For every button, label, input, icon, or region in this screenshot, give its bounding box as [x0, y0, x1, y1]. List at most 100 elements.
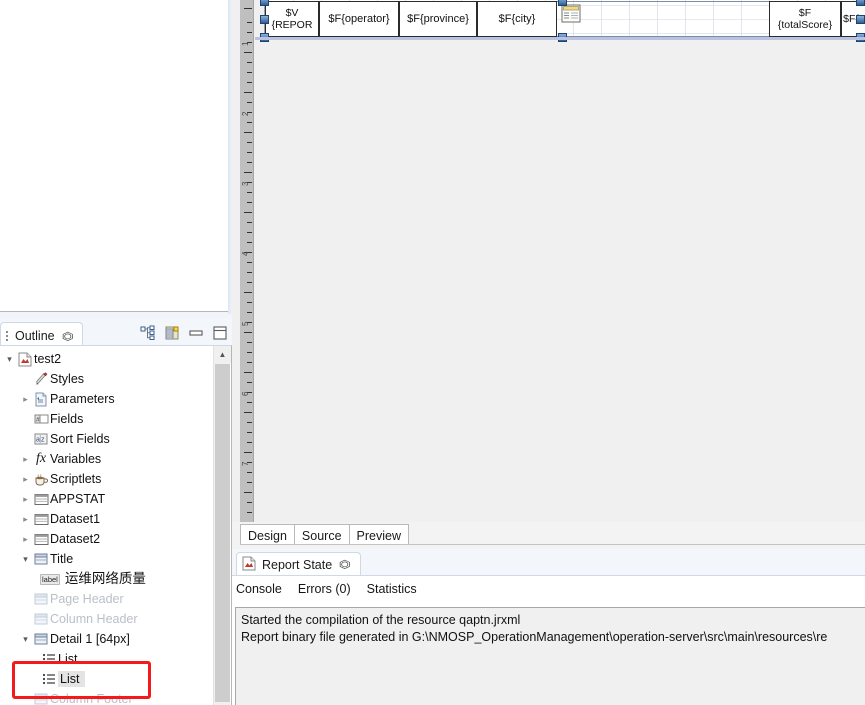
outline-tree-body: ▾ test2 Styles ▸ Parameters # Fields a z…: [0, 345, 232, 705]
cell-report-variable[interactable]: $V {REPOR: [265, 1, 319, 37]
inner-list-icon[interactable]: [561, 4, 581, 26]
expand-arrow-icon[interactable]: ▸: [19, 454, 32, 465]
tree-item-sort-fields[interactable]: az Sort Fields: [0, 429, 212, 449]
svg-text:#: #: [36, 417, 40, 424]
tree-item-list-2-selected[interactable]: List: [0, 669, 212, 689]
ruler-number: 4: [241, 251, 250, 256]
drag-handle-icon[interactable]: [5, 330, 9, 342]
cell-text: $F{city}: [498, 13, 536, 25]
expand-arrow-icon[interactable]: ▾: [3, 354, 16, 365]
design-canvas[interactable]: Detail 1 $V {REPOR $F{operator} $F{provi…: [255, 0, 865, 522]
tree-item-label: Detail 1 [64px]: [50, 632, 130, 646]
tab-underline: [240, 544, 865, 545]
resize-handle-nw[interactable]: [260, 0, 269, 6]
tree-item-label: Column Header: [50, 612, 138, 626]
tree-item-label: test2: [34, 352, 62, 366]
resize-handle-n[interactable]: [558, 0, 567, 6]
list-icon: [40, 653, 58, 665]
cell-text: $V {REPOR: [271, 7, 313, 31]
fields-icon: #: [32, 413, 50, 425]
resize-handle-ne[interactable]: [856, 0, 865, 6]
minimize-icon[interactable]: [188, 325, 204, 341]
left-column: Outline ⏣ ▾ test2 Styles ▸ Parameters # …: [0, 0, 232, 705]
subtab-errors[interactable]: Errors (0): [298, 582, 351, 596]
cell-city[interactable]: $F{city}: [477, 1, 557, 37]
subtab-console[interactable]: Console: [236, 582, 282, 596]
band-icon: [32, 632, 50, 646]
tree-item-label: APPSTAT: [50, 492, 106, 506]
filter-table-icon[interactable]: [164, 325, 180, 341]
expand-arrow-icon[interactable]: ▸: [19, 394, 32, 405]
report-state-icon: [242, 556, 256, 574]
expand-arrow-icon[interactable]: ▾: [19, 634, 32, 645]
styles-icon: [32, 371, 50, 387]
outline-tree[interactable]: ▾ test2 Styles ▸ Parameters # Fields a z…: [0, 346, 212, 705]
report-state-panel: Report State ⏣ Console Errors (0) Statis…: [232, 549, 865, 705]
close-icon[interactable]: ⏣: [61, 330, 73, 343]
tab-preview[interactable]: Preview: [348, 524, 409, 545]
design-canvas-area[interactable]: 1 2 3 4 5 6 7 Detail 1 $V {REPOR: [232, 0, 865, 522]
svg-text:a: a: [36, 437, 40, 444]
outline-toolbar: [140, 322, 228, 344]
dataset-icon: [32, 513, 50, 526]
tree-item-title[interactable]: ▾ Title: [0, 549, 212, 569]
tree-item-test2[interactable]: ▾ test2: [0, 349, 212, 369]
scrollbar-thumb[interactable]: [215, 364, 230, 702]
label-badge-icon: label: [40, 573, 60, 585]
expand-arrow-icon[interactable]: ▸: [19, 474, 32, 485]
tab-outline[interactable]: Outline ⏣: [0, 322, 84, 346]
expand-arrow-icon[interactable]: ▸: [19, 494, 32, 505]
cell-province[interactable]: $F{province}: [399, 1, 477, 37]
expand-arrow-icon[interactable]: ▸: [19, 534, 32, 545]
tree-item-dataset2[interactable]: ▸ Dataset2: [0, 529, 212, 549]
tree-item-label: Fields: [50, 412, 84, 426]
tree-item-column-header[interactable]: Column Header: [0, 609, 212, 629]
tree-item-variables[interactable]: ▸ fx Variables: [0, 449, 212, 469]
cell-operator[interactable]: $F{operator}: [319, 1, 399, 37]
outline-scrollbar[interactable]: ▲: [213, 346, 231, 705]
tree-item-label: Styles: [50, 372, 85, 386]
band-icon: [32, 692, 50, 705]
tree-item-appstat[interactable]: ▸ APPSTAT: [0, 489, 212, 509]
tree-item-detail-1[interactable]: ▾ Detail 1 [64px]: [0, 629, 212, 649]
console-subtab-bar: Console Errors (0) Statistics: [236, 582, 417, 596]
expand-arrow-icon[interactable]: ▾: [19, 554, 32, 565]
cell-total-score[interactable]: $F {totalScore}: [769, 1, 841, 37]
tree-item-title-label[interactable]: label 运维网络质量: [0, 569, 212, 589]
band-icon: [32, 592, 50, 606]
tab-design[interactable]: Design: [240, 524, 295, 545]
upper-left-empty-view: [0, 0, 230, 312]
tree-item-label: Title: [50, 552, 74, 566]
tree-item-parameters[interactable]: ▸ Parameters: [0, 389, 212, 409]
tree-item-label: Column Footer: [50, 692, 133, 705]
subtab-statistics[interactable]: Statistics: [367, 582, 417, 596]
tree-item-label: Variables: [50, 452, 102, 466]
close-icon[interactable]: ⏣: [339, 558, 351, 571]
tree-item-label: 运维网络质量: [64, 571, 146, 586]
report-state-body: Console Errors (0) Statistics Started th…: [232, 575, 865, 705]
tree-item-scriptlets[interactable]: ▸ Scriptlets: [0, 469, 212, 489]
ruler-number: 6: [241, 391, 250, 396]
console-output[interactable]: Started the compilation of the resource …: [235, 607, 865, 705]
report-editor: 1 2 3 4 5 6 7 Detail 1 $V {REPOR: [232, 0, 865, 705]
tree-item-column-footer[interactable]: Column Footer: [0, 689, 212, 705]
tree-item-page-header[interactable]: Page Header: [0, 589, 212, 609]
tab-source[interactable]: Source: [293, 524, 350, 545]
report-page-sheet[interactable]: Detail 1 $V {REPOR $F{operator} $F{provi…: [260, 0, 865, 42]
scroll-up-icon[interactable]: ▲: [214, 346, 231, 363]
tree-item-list-1[interactable]: List: [0, 649, 212, 669]
tree-item-fields[interactable]: # Fields: [0, 409, 212, 429]
band-icon: [32, 552, 50, 566]
fx-icon: fx: [35, 451, 47, 466]
resize-handle-e[interactable]: [856, 15, 865, 24]
hierarchy-layout-icon[interactable]: [140, 325, 156, 341]
resize-handle-w[interactable]: [260, 15, 269, 24]
tree-item-label: Scriptlets: [50, 472, 102, 486]
report-state-tab-bar: Report State ⏣: [232, 549, 865, 576]
expand-arrow-icon[interactable]: ▸: [19, 514, 32, 525]
dataset-icon: [32, 493, 50, 506]
tab-report-state[interactable]: Report State ⏣: [236, 552, 361, 576]
maximize-icon[interactable]: [212, 325, 228, 341]
tree-item-dataset1[interactable]: ▸ Dataset1: [0, 509, 212, 529]
tree-item-styles[interactable]: Styles: [0, 369, 212, 389]
